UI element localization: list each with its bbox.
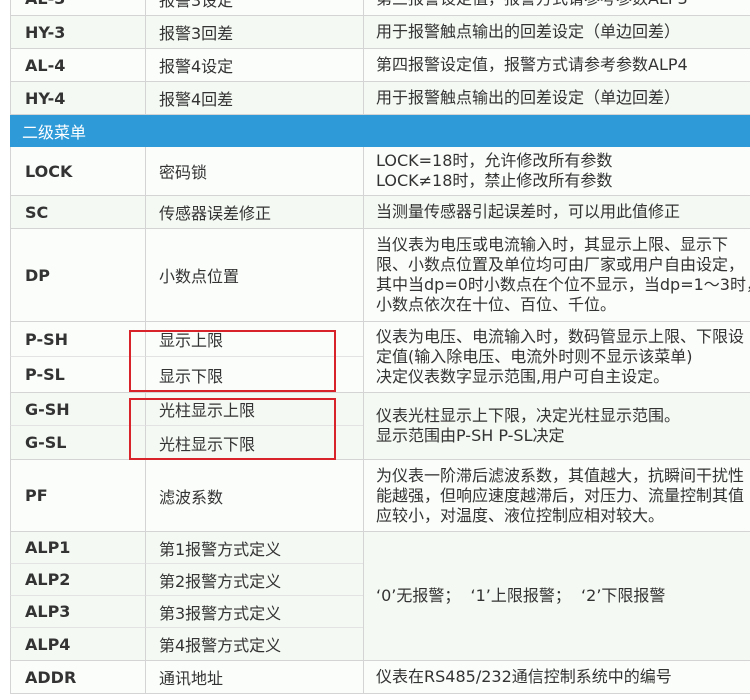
param-name: 通讯地址 (145, 661, 363, 693)
table-row: DP 小数点位置 当仪表为电压或电流输入时，其显示上限、显示下 限、小数点位置及… (10, 229, 750, 322)
param-desc: 用于报警触点输出的回差设定（单边回差） (363, 16, 750, 48)
param-name: 第4报警方式定义 (145, 628, 363, 660)
table-row: PF 滤波系数 为仪表一阶滞后滤波系数，其值越大，抗瞬间干扰性 能越强，但响应速… (10, 460, 750, 532)
param-desc: LOCK=18时，允许修改所有参数 LOCK≠18时，禁止修改所有参数 (363, 147, 750, 195)
param-code: G-SL (10, 426, 145, 459)
table-row: AL-3 报警3设定 第三报警设定值，报警方式请参考参数ALP3 (10, 0, 750, 16)
table-row: HY-3 报警3回差 用于报警触点输出的回差设定（单边回差） (10, 16, 750, 49)
desc-line: 其中当dp=0时小数点在个位不显示，当dp=1～3时， (376, 275, 750, 294)
desc-line: 定值(输入除电压、电流外时则不显示该菜单) (376, 347, 693, 366)
desc-line: 能越强，但响应速度越滞后，对压力、流量控制其值 (376, 485, 745, 505)
param-code: ALP1 (10, 532, 145, 564)
param-name: 密码锁 (145, 147, 363, 195)
param-desc: 当测量传感器引起误差时，可以用此值修正 (363, 196, 750, 228)
param-name: 传感器误差修正 (145, 196, 363, 228)
param-name: 第3报警方式定义 (145, 596, 363, 628)
desc-line: 仪表为电压、电流输入时，数码管显示上限、下限设 (376, 327, 745, 346)
desc-line: LOCK≠18时，禁止修改所有参数 (376, 171, 613, 190)
param-code: ADDR (10, 661, 145, 693)
param-code: PF (10, 460, 145, 531)
desc-line: 仪表光柱显示上下限，决定光柱显示范围。 (376, 406, 681, 425)
param-code: AL-3 (10, 0, 145, 15)
param-desc: 仪表在RS485/232通信控制系统中的编号 (363, 661, 750, 693)
table-row-group: ALP1 第1报警方式定义 ALP2 第2报警方式定义 ALP3 第3报警方式定… (10, 532, 750, 661)
param-code: LOCK (10, 147, 145, 195)
param-desc: 仪表光柱显示上下限，决定光柱显示范围。 显示范围由P-SH P-SL决定 (363, 393, 750, 459)
table-row: LOCK 密码锁 LOCK=18时，允许修改所有参数 LOCK≠18时，禁止修改… (10, 147, 750, 196)
param-code: SC (10, 196, 145, 228)
param-desc: 为仪表一阶滞后滤波系数，其值越大，抗瞬间干扰性 能越强，但响应速度越滞后，对压力… (363, 460, 750, 531)
desc-line: 应较小，对温度、液位控制应相对较大。 (376, 505, 665, 525)
table-row: ADDR 通讯地址 仪表在RS485/232通信控制系统中的编号 (10, 661, 750, 694)
param-desc: 当仪表为电压或电流输入时，其显示上限、显示下 限、小数点位置及单位均可由厂家或用… (363, 229, 750, 321)
param-name: 报警4回差 (145, 82, 363, 114)
param-name: 第2报警方式定义 (145, 564, 363, 596)
parameter-table: AL-3 报警3设定 第三报警设定值，报警方式请参考参数ALP3 HY-3 报警… (10, 0, 750, 694)
param-name: 报警3回差 (145, 16, 363, 48)
param-name: 报警4设定 (145, 49, 363, 81)
table-row: ALP2 第2报警方式定义 (10, 564, 363, 596)
desc-line: 显示范围由P-SH P-SL决定 (376, 426, 565, 445)
param-code: G-SH (10, 393, 145, 426)
table-row: AL-4 报警4设定 第四报警设定值，报警方式请参考参数ALP4 (10, 49, 750, 82)
table-row: ALP4 第4报警方式定义 (10, 628, 363, 660)
param-code: AL-4 (10, 49, 145, 81)
table-row: ALP1 第1报警方式定义 (10, 532, 363, 564)
section-header: 二级菜单 (10, 115, 750, 147)
param-code: P-SL (10, 357, 145, 392)
param-code: ALP3 (10, 596, 145, 628)
param-code: DP (10, 229, 145, 321)
param-code: HY-4 (10, 82, 145, 114)
param-desc: 用于报警触点输出的回差设定（单边回差） (363, 82, 750, 114)
desc-line: 决定仪表数字显示范围,用户可自主设定。 (376, 367, 670, 386)
param-name: 滤波系数 (145, 460, 363, 531)
desc-line: LOCK=18时，允许修改所有参数 (376, 151, 613, 170)
param-desc: 第四报警设定值，报警方式请参考参数ALP4 (363, 49, 750, 81)
table-row-group: P-SH 显示上限 P-SL 显示下限 仪表为电压、电流输入时，数码管显示上限、… (10, 322, 750, 393)
param-desc: ‘0’无报警； ‘1’上限报警； ‘2’下限报警 (363, 532, 750, 660)
param-code: ALP4 (10, 628, 145, 660)
param-name: 小数点位置 (145, 229, 363, 321)
highlight-box-bargraph-limits (129, 398, 336, 460)
param-name: 报警3设定 (145, 0, 363, 15)
desc-line: 限、小数点位置及单位均可由厂家或用户自由设定， (376, 255, 745, 274)
table-row: ALP3 第3报警方式定义 (10, 596, 363, 628)
desc-line: 为仪表一阶滞后滤波系数，其值越大，抗瞬间干扰性 (376, 465, 745, 485)
table-row-group: G-SH 光柱显示上限 G-SL 光柱显示下限 仪表光柱显示上下限，决定光柱显示… (10, 393, 750, 460)
param-code: HY-3 (10, 16, 145, 48)
param-name: 第1报警方式定义 (145, 532, 363, 564)
param-code: ALP2 (10, 564, 145, 596)
param-desc: 第三报警设定值，报警方式请参考参数ALP3 (363, 0, 750, 15)
param-code: P-SH (10, 322, 145, 357)
table-row: SC 传感器误差修正 当测量传感器引起误差时，可以用此值修正 (10, 196, 750, 229)
param-desc: 仪表为电压、电流输入时，数码管显示上限、下限设 定值(输入除电压、电流外时则不显… (363, 322, 750, 392)
highlight-box-display-limits (129, 330, 336, 392)
table-row: HY-4 报警4回差 用于报警触点输出的回差设定（单边回差） (10, 82, 750, 115)
desc-line: 小数点依次在十位、百位、千位。 (376, 295, 617, 314)
desc-line: 当仪表为电压或电流输入时，其显示上限、显示下 (376, 235, 729, 254)
